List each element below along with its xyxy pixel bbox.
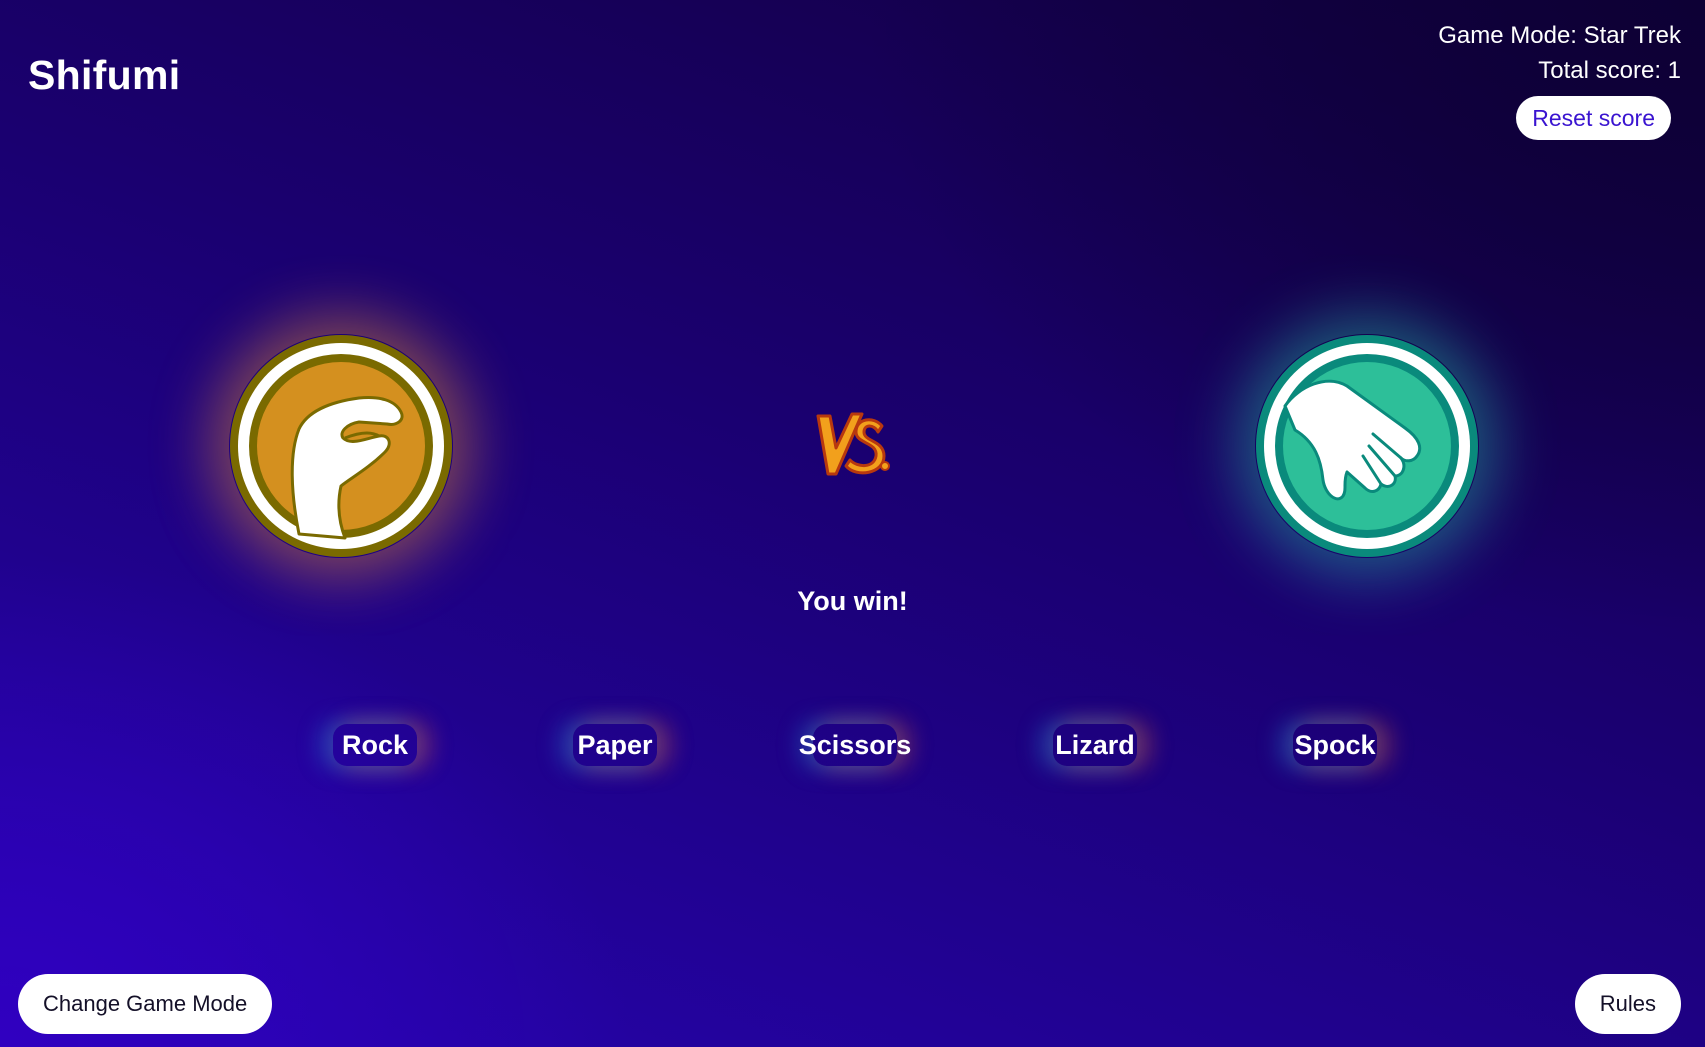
game-mode-label: Game Mode: Star Trek [1438,22,1681,49]
choice-label: Spock [1294,729,1376,760]
hand-pinch-icon [230,335,452,557]
cpu-choice-disc [1255,334,1479,558]
change-game-mode-button[interactable]: Change Game Mode [18,974,273,1034]
reset-score-button[interactable]: Reset score [1516,96,1671,140]
choice-rock-button[interactable]: Rock [295,710,455,780]
choice-label: Lizard [1055,729,1135,760]
choice-scissors-button[interactable]: Scissors [775,710,935,780]
hand-paper-icon [1256,335,1478,557]
choice-spock-button[interactable]: Spock [1255,710,1415,780]
choice-label: Rock [341,729,409,760]
choices-row: Rock Paper Scissors Lizard Spock [0,710,1705,780]
result-message: You win! [797,586,908,616]
total-score-label: Total score: 1 [1538,57,1681,84]
choice-lizard-button[interactable]: Lizard [1015,710,1175,780]
app-title: Shifumi [28,52,181,98]
score-panel: Game Mode: Star Trek Total score: 1 Rese… [1438,18,1681,140]
player-choice-disc [229,334,453,558]
vs-icon [816,412,890,476]
choice-paper-button[interactable]: Paper [535,710,695,780]
choice-label: Scissors [798,729,912,760]
choice-label: Paper [577,729,653,760]
rules-button[interactable]: Rules [1574,974,1681,1034]
